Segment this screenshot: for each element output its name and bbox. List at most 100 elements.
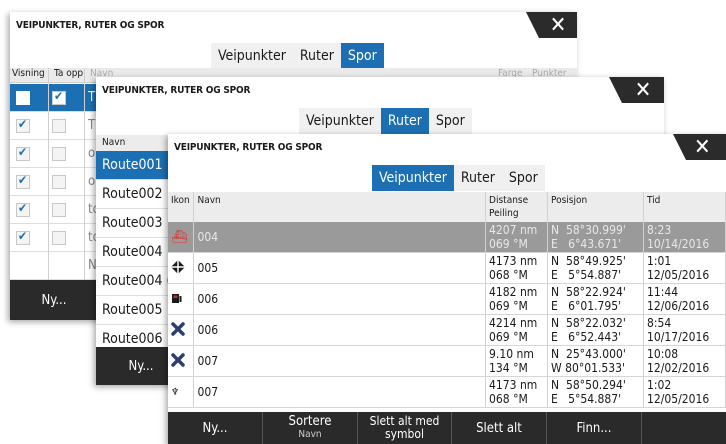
waypoint-name: 005 <box>193 252 487 284</box>
longitude: W 80°01.533' <box>551 361 625 375</box>
visibility-checkbox[interactable] <box>16 173 30 189</box>
record-checkbox[interactable] <box>52 89 66 105</box>
latitude: N 58°22.032' <box>551 316 626 330</box>
record-checkbox[interactable] <box>52 203 66 217</box>
distance-cell: 4214 nm 069 °M <box>485 314 549 346</box>
tab-bar: Veipunkter Ruter Spor <box>211 43 384 69</box>
time-cell: 8:23 10/14/2016 <box>643 222 726 253</box>
table-row[interactable]: ⛴ 004 4207 nm 069 °M N 58°30.999' E 6°43.6… <box>168 222 726 253</box>
waypoint-name: 007 <box>193 345 487 377</box>
table-row[interactable]: 006 4214 nm 069 °M N 58°22.032' E 6°52.443… <box>168 314 726 346</box>
row-icon-cell <box>168 314 195 346</box>
longitude: E 6°52.443' <box>551 330 622 344</box>
diamond-icon <box>171 259 185 274</box>
tab-tracks[interactable]: Spor <box>429 108 472 134</box>
column-name[interactable]: Navn <box>193 192 487 222</box>
tab-waypoints[interactable]: Veipunkter <box>372 165 454 191</box>
bearing: 134 °M <box>489 361 528 375</box>
latitude: N 58°49.925' <box>551 254 626 268</box>
distance: 9.10 nm <box>489 347 534 361</box>
column-distance-label: Distanse <box>489 195 529 206</box>
close-icon[interactable]: ✕ <box>609 77 664 103</box>
column-divider <box>48 68 49 280</box>
waypoint-table: Ikon Navn Distanse Peiling Posisjon Tid ⛴… <box>168 192 726 408</box>
position-cell: N 58°30.999' E 6°43.671' <box>547 222 644 253</box>
table-row[interactable]: 007 9.10 nm 134 °M N 25°43.000' W 80°01.53… <box>168 345 726 377</box>
visibility-checkbox[interactable] <box>16 201 30 217</box>
list-item[interactable]: Route004 (2 <box>96 267 179 296</box>
new-waypoint-button[interactable]: Ny... <box>168 412 263 444</box>
close-icon[interactable]: ✕ <box>673 134 726 160</box>
column-ta-opp: Ta opp <box>54 68 84 79</box>
latitude: N 25°43.000' <box>551 347 626 361</box>
visibility-checkbox[interactable] <box>16 117 30 133</box>
distance: 4214 nm <box>489 316 538 330</box>
visibility-checkbox[interactable] <box>16 145 30 161</box>
bearing: 069 °M <box>489 299 528 313</box>
new-track-button[interactable]: Ny... <box>10 280 98 320</box>
x-marker-icon <box>171 321 185 336</box>
time-cell: 11:44 12/06/2016 <box>643 283 726 315</box>
track-name: T <box>88 90 96 105</box>
list-item[interactable]: Route004 <box>96 238 176 267</box>
row-icon-cell: ♆ <box>168 376 195 408</box>
list-item[interactable]: Route005 <box>96 296 176 325</box>
column-time[interactable]: Tid <box>643 192 726 222</box>
track-name: o <box>88 146 96 161</box>
delete-all-button[interactable]: Slett alt <box>452 412 547 444</box>
sort-button[interactable]: Sortere Navn <box>263 412 358 444</box>
column-visning: Visning <box>12 68 45 79</box>
tab-routes[interactable]: Ruter <box>380 108 429 134</box>
table-header-row: Ikon Navn Distanse Peiling Posisjon Tid <box>168 192 726 222</box>
time-cell: 8:54 10/17/2016 <box>643 314 726 346</box>
column-distance[interactable]: Distanse Peiling <box>485 192 549 222</box>
tab-waypoints[interactable]: Veipunkter <box>299 108 381 134</box>
record-checkbox[interactable] <box>52 119 66 133</box>
distance-cell: 4207 nm 069 °M <box>485 222 549 253</box>
window-title: VEIPUNKTER, RUTER OG SPOR <box>102 85 251 96</box>
column-icon[interactable]: Ikon <box>168 192 195 222</box>
table-row[interactable]: 006 4182 nm 069 °M N 58°22.924' E 6°01.795… <box>168 283 726 315</box>
column-navn: Navn <box>102 137 126 148</box>
date: 12/05/2016 <box>646 392 710 406</box>
position-cell: N 58°49.925' E 5°54.887' <box>547 252 644 284</box>
latitude: N 58°30.999' <box>551 223 626 237</box>
x-marker-icon <box>171 352 185 367</box>
row-icon-cell <box>168 283 195 315</box>
delete-all-with-symbol-button[interactable]: Slett alt med symbol <box>358 412 452 444</box>
tab-routes[interactable]: Ruter <box>293 43 341 69</box>
record-checkbox[interactable] <box>52 231 66 245</box>
tab-bar: Veipunkter Ruter Spor <box>299 108 472 134</box>
list-item[interactable]: Route002 <box>96 180 176 209</box>
time: 1:02 <box>646 378 672 392</box>
date: 12/05/2016 <box>646 268 710 282</box>
table-row[interactable]: 005 4173 nm 068 °M N 58°49.925' E 5°54.887… <box>168 252 726 284</box>
visibility-checkbox[interactable] <box>16 229 30 245</box>
waypoint-name: 004 <box>193 222 487 253</box>
tab-waypoints[interactable]: Veipunkter <box>211 43 293 69</box>
waypoint-name: 007 <box>193 376 487 408</box>
list-item[interactable]: Route001 <box>96 151 176 180</box>
close-icon[interactable]: ✕ <box>526 12 577 38</box>
column-divider <box>84 68 85 280</box>
tab-tracks[interactable]: Spor <box>502 165 545 191</box>
record-checkbox[interactable] <box>52 147 66 161</box>
list-item[interactable]: Route003 <box>96 209 176 238</box>
visibility-checkbox[interactable] <box>16 91 30 105</box>
record-checkbox[interactable] <box>52 175 66 189</box>
distance: 4173 nm <box>489 378 538 392</box>
row-icon-cell <box>168 252 195 284</box>
date: 10/14/2016 <box>646 237 710 251</box>
row-icon-cell <box>168 345 195 377</box>
column-position[interactable]: Posisjon <box>547 192 644 222</box>
bearing: 068 °M <box>489 268 528 282</box>
time-cell: 1:01 12/05/2016 <box>643 252 726 284</box>
longitude: E 5°54.887' <box>551 392 622 406</box>
table-row[interactable]: ♆ 007 4173 nm 068 °M N 58°50.294' E 5°54.8… <box>168 376 726 408</box>
time: 10:08 <box>646 347 679 361</box>
find-button[interactable]: Finn... <box>547 412 642 444</box>
boat-icon: ⛴ <box>171 229 188 245</box>
tab-routes[interactable]: Ruter <box>454 165 502 191</box>
tab-tracks[interactable]: Spor <box>340 43 384 69</box>
